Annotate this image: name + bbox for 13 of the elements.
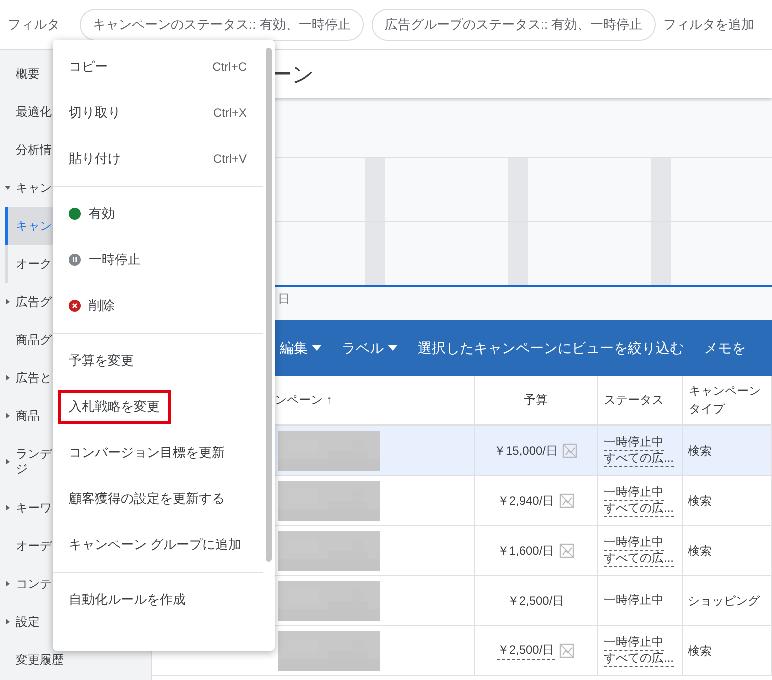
- campaign-type: 検索: [688, 542, 712, 560]
- budget-value: ￥2,500/日: [507, 592, 565, 610]
- status-value: 一時停止中: [604, 593, 664, 608]
- campaign-type: 検索: [688, 492, 712, 510]
- budget-value: ￥1,600/日: [497, 542, 555, 560]
- chart-date-label: 日: [277, 291, 291, 308]
- filter-label: フィルタ: [8, 16, 60, 34]
- budget-value: ￥2,500/日: [497, 641, 555, 660]
- budget-value: ￥2,940/日: [497, 492, 555, 510]
- campaign-type: ショッピング: [688, 592, 760, 610]
- campaign-type: 検索: [688, 442, 712, 460]
- campaign-type: 検索: [688, 642, 712, 660]
- budget-value: ￥15,000/日: [494, 442, 558, 460]
